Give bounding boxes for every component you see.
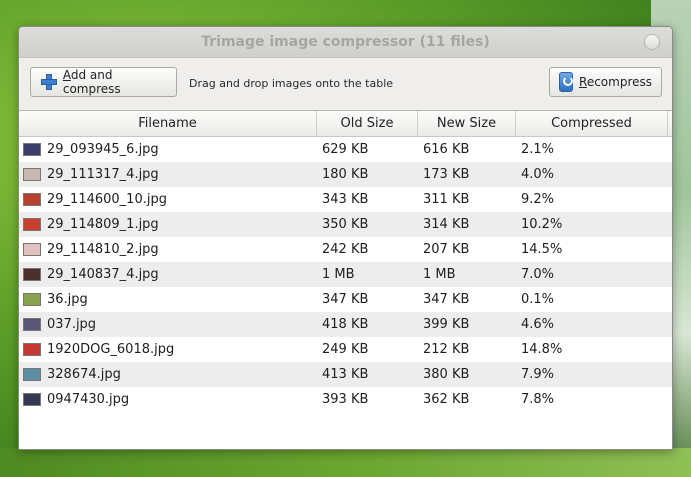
table-body: 29_093945_6.jpg 629 KB 616 KB 2.1% 29_111317… [19, 137, 672, 412]
refresh-icon [559, 72, 573, 92]
filename-text: 29_093945_6.jpg [47, 142, 159, 157]
image-thumbnail [23, 218, 41, 231]
table-row[interactable]: 29_114810_2.jpg 242 KB 207 KB 14.5% [19, 237, 672, 262]
cell-old-size: 347 KB [322, 292, 369, 307]
image-thumbnail [23, 268, 41, 281]
filename-text: 29_140837_4.jpg [47, 267, 159, 282]
recompress-button[interactable]: Recompress [549, 67, 662, 97]
cell-compressed: 14.8% [521, 342, 563, 357]
filename-text: 29_114810_2.jpg [47, 242, 159, 257]
table-row[interactable]: 29_114600_10.jpg 343 KB 311 KB 9.2% [19, 187, 672, 212]
toolbar: Add and compress Drag and drop images on… [19, 58, 672, 110]
cell-new-size: 207 KB [423, 242, 470, 257]
cell-compressed: 2.1% [521, 142, 555, 157]
image-thumbnail [23, 343, 41, 356]
cell-compressed: 7.8% [521, 392, 555, 407]
table-row[interactable]: 328674.jpg 413 KB 380 KB 7.9% [19, 362, 672, 387]
table-header: Filename Old Size New Size Compressed [19, 111, 672, 137]
image-thumbnail [23, 393, 41, 406]
filename-text: 29_114600_10.jpg [47, 192, 167, 207]
cell-new-size: 347 KB [423, 292, 470, 307]
filename-text: 29_114809_1.jpg [47, 217, 159, 232]
cell-old-size: 343 KB [322, 192, 369, 207]
cell-new-size: 212 KB [423, 342, 470, 357]
cell-old-size: 242 KB [322, 242, 369, 257]
filename-text: 36.jpg [47, 292, 88, 307]
window-title: Trimage image compressor (11 files) [201, 34, 490, 50]
cell-new-size: 314 KB [423, 217, 470, 232]
cell-filename: 0947430.jpg [19, 392, 317, 407]
cell-old-size: 418 KB [322, 317, 369, 332]
close-button[interactable] [644, 34, 660, 50]
table-row[interactable]: 36.jpg 347 KB 347 KB 0.1% [19, 287, 672, 312]
image-thumbnail [23, 243, 41, 256]
cell-new-size: 1 MB [423, 267, 456, 282]
column-header-compressed[interactable]: Compressed [516, 111, 668, 136]
cell-new-size: 311 KB [423, 192, 470, 207]
cell-compressed: 7.0% [521, 267, 555, 282]
filename-text: 037.jpg [47, 317, 97, 332]
cell-compressed: 10.2% [521, 217, 563, 232]
plus-icon [40, 73, 57, 91]
cell-filename: 1920DOG_6018.jpg [19, 342, 317, 357]
table-row[interactable]: 0947430.jpg 393 KB 362 KB 7.8% [19, 387, 672, 412]
cell-old-size: 350 KB [322, 217, 369, 232]
add-and-compress-button[interactable]: Add and compress [30, 67, 177, 97]
cell-compressed: 7.9% [521, 367, 555, 382]
cell-filename: 29_114809_1.jpg [19, 217, 317, 232]
file-table: Filename Old Size New Size Compressed 29… [19, 110, 672, 449]
cell-new-size: 380 KB [423, 367, 470, 382]
desktop-wallpaper-bottom [0, 448, 691, 477]
cell-old-size: 413 KB [322, 367, 369, 382]
cell-filename: 36.jpg [19, 292, 317, 307]
recompress-button-label: Recompress [579, 75, 652, 89]
cell-compressed: 4.0% [521, 167, 555, 182]
table-row[interactable]: 29_140837_4.jpg 1 MB 1 MB 7.0% [19, 262, 672, 287]
table-row[interactable]: 29_111317_4.jpg 180 KB 173 KB 4.0% [19, 162, 672, 187]
cell-compressed: 0.1% [521, 292, 555, 307]
table-row[interactable]: 29_114809_1.jpg 350 KB 314 KB 10.2% [19, 212, 672, 237]
cell-old-size: 180 KB [322, 167, 369, 182]
cell-old-size: 1 MB [322, 267, 355, 282]
cell-compressed: 14.5% [521, 242, 563, 257]
table-row[interactable]: 29_093945_6.jpg 629 KB 616 KB 2.1% [19, 137, 672, 162]
cell-old-size: 393 KB [322, 392, 369, 407]
image-thumbnail [23, 368, 41, 381]
drag-drop-hint: Drag and drop images onto the table [189, 77, 394, 90]
cell-compressed: 9.2% [521, 192, 555, 207]
table-row[interactable]: 037.jpg 418 KB 399 KB 4.6% [19, 312, 672, 337]
app-window: Trimage image compressor (11 files) Add … [18, 26, 673, 450]
cell-filename: 29_114600_10.jpg [19, 192, 317, 207]
cell-filename: 29_114810_2.jpg [19, 242, 317, 257]
add-button-label: Add and compress [62, 68, 121, 96]
image-thumbnail [23, 168, 41, 181]
filename-text: 328674.jpg [47, 367, 121, 382]
image-thumbnail [23, 318, 41, 331]
cell-filename: 29_111317_4.jpg [19, 167, 317, 182]
column-header-old-size[interactable]: Old Size [317, 111, 418, 136]
column-header-filename[interactable]: Filename [19, 111, 317, 136]
image-thumbnail [23, 143, 41, 156]
title-bar[interactable]: Trimage image compressor (11 files) [19, 27, 672, 58]
cell-new-size: 362 KB [423, 392, 470, 407]
cell-compressed: 4.6% [521, 317, 555, 332]
cell-filename: 328674.jpg [19, 367, 317, 382]
filename-text: 1920DOG_6018.jpg [47, 342, 175, 357]
cell-filename: 29_093945_6.jpg [19, 142, 317, 157]
cell-filename: 29_140837_4.jpg [19, 267, 317, 282]
filename-text: 0947430.jpg [47, 392, 130, 407]
cell-new-size: 173 KB [423, 167, 470, 182]
cell-new-size: 399 KB [423, 317, 470, 332]
cell-old-size: 629 KB [322, 142, 369, 157]
cell-filename: 037.jpg [19, 317, 317, 332]
cell-new-size: 616 KB [423, 142, 470, 157]
image-thumbnail [23, 293, 41, 306]
image-thumbnail [23, 193, 41, 206]
cell-old-size: 249 KB [322, 342, 369, 357]
filename-text: 29_111317_4.jpg [47, 167, 159, 182]
column-header-new-size[interactable]: New Size [418, 111, 516, 136]
table-row[interactable]: 1920DOG_6018.jpg 249 KB 212 KB 14.8% [19, 337, 672, 362]
